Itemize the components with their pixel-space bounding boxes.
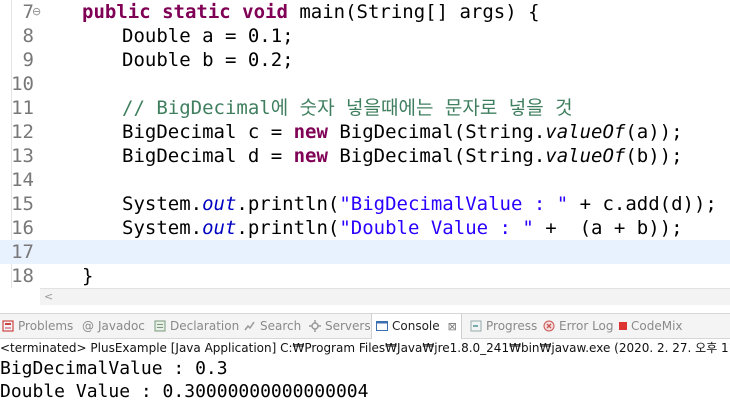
tab-javadoc[interactable]: @ Javadoc	[82, 314, 145, 338]
tab-label: Declaration	[170, 319, 240, 333]
code-line-18[interactable]: 18 }	[0, 264, 730, 288]
tab-label: Problems	[18, 319, 74, 333]
console-status-line: <terminated> PlusExample [Java Applicati…	[0, 341, 730, 355]
bottom-view-tabbar: Problems @ Javadoc Declaration Search Ser…	[0, 313, 730, 339]
code-method: valueOf	[545, 145, 626, 167]
close-tab-icon[interactable]: ⊠	[448, 320, 457, 333]
code-string: "Double Value : "	[339, 217, 534, 239]
code-method: valueOf	[545, 121, 626, 143]
code-line-9[interactable]: 9 Double b = 0.2;	[0, 48, 730, 72]
code-line-15[interactable]: 15 System.out.println("BigDecimalValue :…	[0, 192, 730, 216]
code-text: + c.add(d));	[568, 193, 717, 215]
code-text: + (a + b));	[533, 217, 683, 239]
code-text: System.	[122, 217, 203, 239]
line-number: 18	[11, 265, 34, 287]
code-text: BigDecimal d =	[122, 145, 294, 167]
line-number: 16	[11, 217, 34, 239]
tab-label: Progress	[486, 319, 538, 333]
servers-icon	[309, 319, 321, 332]
code-text: main(String[] args) {	[287, 1, 540, 23]
code-field: out	[202, 193, 237, 215]
line-number: 15	[11, 193, 34, 215]
code-keyword: new	[293, 121, 328, 143]
line-number: 13	[11, 145, 34, 167]
line-number: 7	[22, 1, 34, 23]
codemix-icon	[619, 321, 627, 330]
tab-console[interactable]: Console ⊠	[371, 314, 462, 339]
code-comment: // BigDecimal에 숫자 넣을때에는 문자로 넣을 것	[122, 97, 573, 119]
line-number: 10	[11, 73, 34, 95]
code-line-13[interactable]: 13 BigDecimal d = new BigDecimal(String.…	[0, 144, 730, 168]
code-text: (a));	[625, 121, 683, 143]
tab-error-log[interactable]: Error Log	[543, 314, 614, 338]
tab-label: Console	[392, 319, 440, 333]
code-text: (b));	[625, 145, 683, 167]
tab-label: Error Log	[559, 319, 614, 333]
code-text: Double b = 0.2;	[122, 49, 294, 71]
tab-codemix[interactable]: CodeMix	[619, 314, 683, 338]
fold-collapse-icon[interactable]: ⊖	[32, 6, 41, 18]
code-text: Double a = 0.1;	[122, 25, 294, 47]
code-line-17-current[interactable]: 17	[0, 240, 730, 264]
code-text: .println(	[236, 193, 340, 215]
line-number: 9	[22, 49, 34, 71]
tab-declaration[interactable]: Declaration	[154, 314, 239, 338]
scroll-left-arrow-icon[interactable]: <	[44, 289, 53, 305]
code-line-10[interactable]: 10	[0, 72, 730, 96]
progress-icon	[470, 320, 482, 331]
line-number: 12	[11, 121, 34, 143]
code-keyword: public static void	[82, 1, 288, 23]
console-output-line[interactable]: Double Value : 0.30000000000000004	[0, 381, 368, 403]
error-log-icon	[543, 320, 555, 331]
scrollbar-corner	[0, 288, 40, 304]
tab-progress[interactable]: Progress	[470, 314, 537, 338]
code-line-7[interactable]: 7 ⊖ public static void main(String[] arg…	[0, 0, 730, 24]
line-number: 17	[11, 241, 34, 263]
code-line-11[interactable]: 11 // BigDecimal에 숫자 넣을때에는 문자로 넣을 것	[0, 96, 730, 120]
code-text: .println(	[236, 217, 340, 239]
tab-label: Search	[260, 319, 302, 333]
code-text: }	[82, 265, 94, 287]
tab-label: CodeMix	[631, 319, 683, 333]
code-text: BigDecimal(String.	[327, 145, 546, 167]
code-line-16[interactable]: 16 System.out.println("Double Value : " …	[0, 216, 730, 240]
line-number: 8	[22, 25, 34, 47]
code-text: BigDecimal(String.	[327, 121, 546, 143]
declaration-icon	[154, 320, 166, 331]
problems-icon	[2, 319, 14, 332]
javadoc-icon: @	[82, 318, 94, 333]
horizontal-scrollbar[interactable]: <	[40, 288, 730, 305]
code-keyword: new	[293, 145, 328, 167]
tab-search[interactable]: Search	[244, 314, 301, 338]
search-icon	[244, 321, 255, 330]
tab-problems[interactable]: Problems	[2, 314, 73, 338]
line-number: 11	[11, 97, 34, 119]
code-line-12[interactable]: 12 BigDecimal c = new BigDecimal(String.…	[0, 120, 730, 144]
code-string: "BigDecimalValue : "	[339, 193, 569, 215]
code-field: out	[202, 217, 237, 239]
code-text: System.	[122, 193, 203, 215]
code-line-8[interactable]: 8 Double a = 0.1;	[0, 24, 730, 48]
code-text: BigDecimal c =	[122, 121, 294, 143]
tab-servers[interactable]: Servers	[309, 314, 371, 338]
code-editor[interactable]: 7 ⊖ public static void main(String[] arg…	[0, 0, 730, 288]
console-output-line[interactable]: BigDecimalValue : 0.3	[0, 358, 228, 380]
console-icon	[376, 320, 388, 331]
line-number: 14	[11, 169, 34, 191]
code-line-14[interactable]: 14	[0, 168, 730, 192]
tab-label: Servers	[325, 319, 371, 333]
tab-label: Javadoc	[98, 319, 145, 333]
